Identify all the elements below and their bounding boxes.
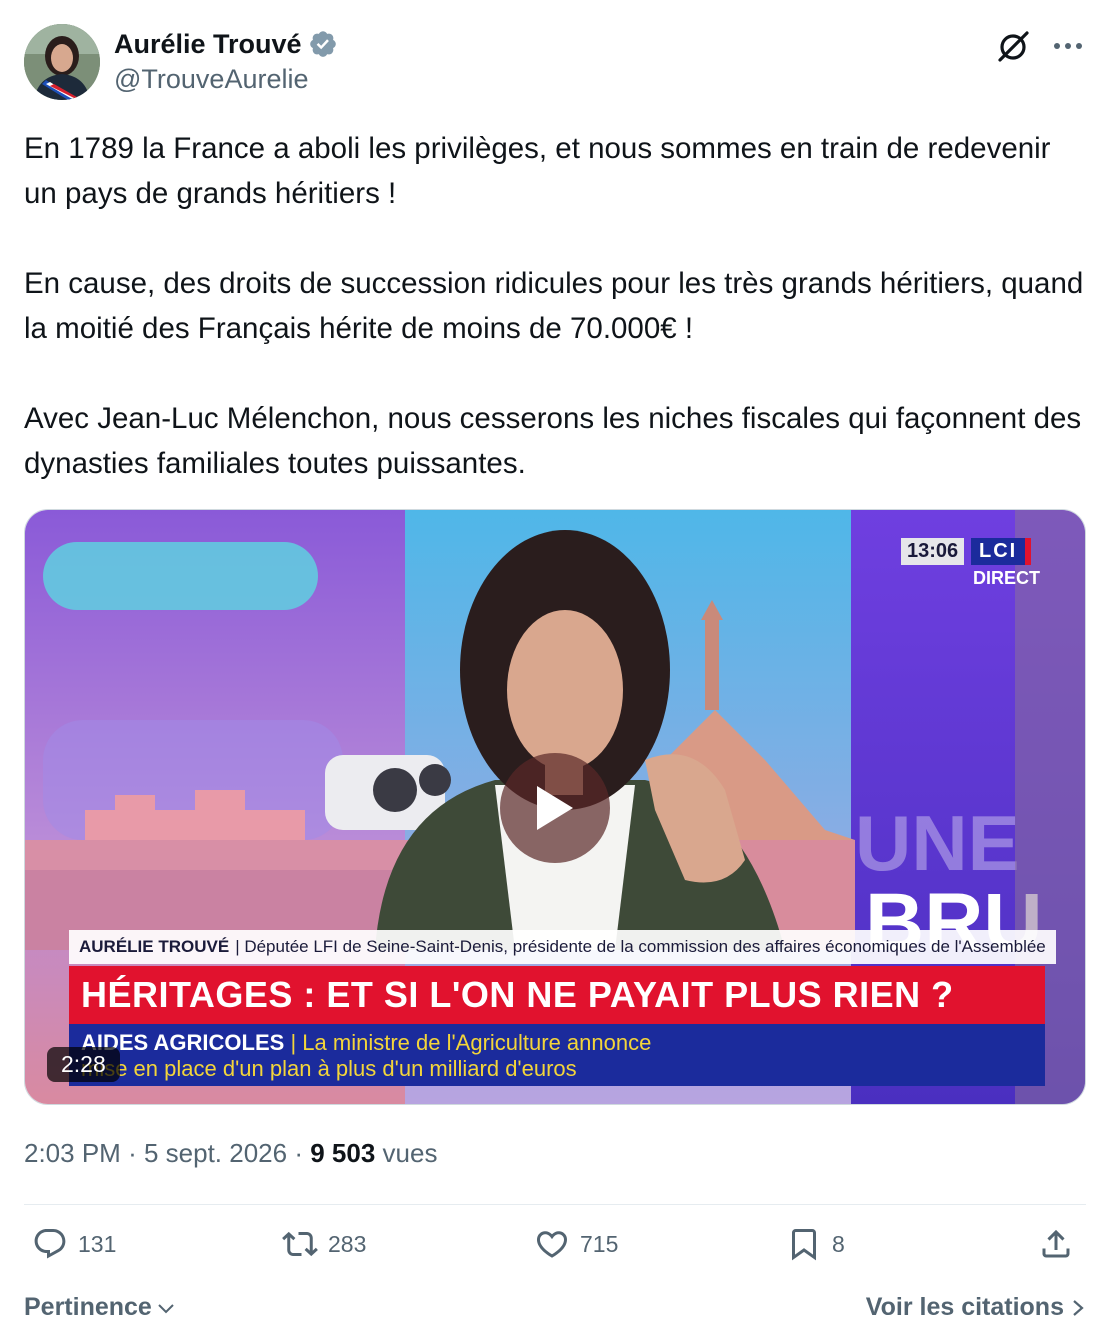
reply-button[interactable]: 131 [32,1226,116,1262]
tweet-text: En 1789 la France a aboli les privilèges… [24,126,1086,486]
bookmark-button[interactable]: 8 [786,1226,845,1262]
verified-badge-icon [308,29,338,59]
live-label: DIRECT [973,568,1040,588]
tweet-paragraph: En 1789 la France a aboli les privilèges… [24,132,1051,210]
bookmark-count: 8 [832,1230,845,1257]
reply-count: 131 [78,1230,117,1257]
tweet-date[interactable]: 5 sept. 2026 [144,1138,287,1168]
heart-icon [536,1231,568,1258]
lower-third-title: | Députée LFI de Seine-Saint-Denis, prés… [235,937,1046,956]
lower-third-name: AURÉLIE TROUVÉ [79,937,230,956]
channel-logo: LCI [971,538,1032,565]
like-count: 715 [580,1230,619,1257]
repost-icon [282,1231,318,1257]
chevron-down-icon [158,1303,174,1313]
repost-count: 283 [328,1230,367,1257]
divider [24,1204,1086,1205]
channel-clock: 13:06 [901,538,965,565]
like-button[interactable]: 715 [534,1226,618,1262]
view-quotes-label: Voir les citations [865,1293,1064,1321]
avatar[interactable] [24,24,100,100]
share-icon [1042,1229,1070,1258]
play-icon [537,786,573,830]
reply-icon [34,1229,66,1259]
views-label: vues [382,1138,438,1168]
video-player[interactable]: BRU UNE 13:06 LCI DIRECT AURÉLIE TROUVÉ … [24,509,1086,1105]
share-button[interactable] [1038,1226,1074,1262]
sort-label: Pertinence [24,1293,152,1321]
author-block[interactable]: Aurélie Trouvé @TrouveAurelie [114,28,338,95]
video-duration: 2:28 [47,1047,120,1082]
ticker-line: mise en place d'un plan à plus d'un mill… [81,1056,577,1081]
news-ticker: AIDES AGRICOLES | La ministre de l'Agric… [69,1024,1045,1086]
backdrop-text: UNE [855,799,1020,887]
author-handle[interactable]: @TrouveAurelie [114,64,338,95]
tweet-time[interactable]: 2:03 PM [24,1138,121,1168]
bookmark-icon [792,1229,816,1261]
repost-button[interactable]: 283 [282,1226,366,1262]
author-name[interactable]: Aurélie Trouvé [114,29,302,60]
chevron-right-icon [1073,1299,1084,1316]
meta-separator: · [294,1138,303,1168]
tweet-paragraph: En cause, des droits de succession ridic… [24,267,1084,345]
tweet-paragraph: Avec Jean-Luc Mélenchon, nous cesserons … [24,402,1082,480]
views-count: 9 503 [310,1138,376,1168]
tweet-header: Aurélie Trouvé @TrouveAurelie [24,24,1086,100]
avatar-image [24,24,100,100]
sort-dropdown[interactable]: Pertinence [24,1293,176,1322]
lower-third: AURÉLIE TROUVÉ | Députée LFI de Seine-Sa… [69,930,1056,964]
video-headline: HÉRITAGES : ET SI L'ON NE PAYAIT PLUS RI… [69,966,1045,1024]
tweet-meta: 2:03 PM · 5 sept. 2026 · 9 503 vues [24,1138,437,1169]
play-button[interactable] [500,753,610,863]
view-quotes-link[interactable]: Voir les citations [866,1293,1086,1322]
grok-icon[interactable] [996,28,1032,64]
more-options-icon[interactable] [1050,28,1086,64]
meta-separator: · [128,1138,137,1168]
ticker-line: | La ministre de l'Agriculture annonce [290,1030,652,1055]
action-bar: 131 283 715 8 [24,1226,1086,1274]
